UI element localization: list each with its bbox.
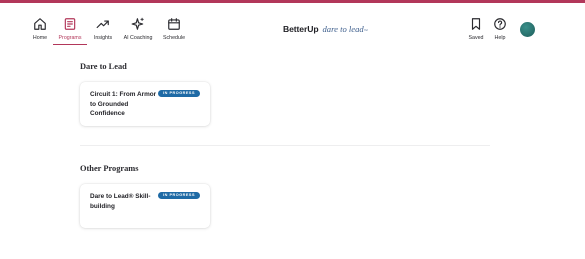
nav-label-schedule: Schedule xyxy=(162,35,186,41)
nav-item-home[interactable]: Home xyxy=(32,3,48,45)
section-heading-other-programs: Other Programs xyxy=(80,164,139,173)
status-badge: IN PROGRESS xyxy=(158,90,200,97)
nav-label-insights: Insights xyxy=(93,35,113,41)
nav-item-programs[interactable]: Programs xyxy=(53,3,87,45)
nav-item-help[interactable]: Help xyxy=(493,3,507,45)
nav-item-schedule[interactable]: Schedule xyxy=(163,3,185,45)
nav-label-programs: Programs xyxy=(58,35,82,41)
program-card-title: Dare to Lead® Skill-building xyxy=(90,193,151,210)
status-badge: IN PROGRESS xyxy=(158,192,200,199)
program-card-title: Circuit 1: From Armor to Grounded Confid… xyxy=(90,91,157,118)
nav-label-saved: Saved xyxy=(468,35,484,41)
nav-label-home: Home xyxy=(32,35,48,41)
logo-subtitle: dare to lead xyxy=(322,24,364,34)
nav-label-help: Help xyxy=(494,35,506,41)
nav-item-insights[interactable]: Insights xyxy=(93,3,113,45)
section-divider xyxy=(80,145,490,146)
nav-item-ai-coaching[interactable]: AI Coaching xyxy=(124,3,152,45)
nav-item-saved[interactable]: Saved xyxy=(468,3,484,45)
trending-up-icon xyxy=(96,20,109,29)
section-heading-dare-to-lead: Dare to Lead xyxy=(80,62,127,71)
logo[interactable]: BetterUp dare to lead ™ xyxy=(283,24,368,36)
nav-label-ai-coaching: AI Coaching xyxy=(123,35,153,41)
help-icon xyxy=(494,18,506,30)
logo-brand: BetterUp xyxy=(283,24,319,34)
calendar-icon xyxy=(168,18,180,30)
sparkle-icon xyxy=(131,17,144,30)
home-icon xyxy=(34,18,46,30)
user-avatar[interactable] xyxy=(520,22,535,37)
program-card[interactable]: Dare to Lead® Skill-building IN PROGRESS xyxy=(80,184,210,228)
bookmark-icon xyxy=(471,18,481,30)
program-card[interactable]: Circuit 1: From Armor to Grounded Confid… xyxy=(80,82,210,126)
programs-icon xyxy=(64,18,76,30)
logo-trademark: ™ xyxy=(363,28,368,33)
top-navigation: Home Programs Insights AI Coaching Sched… xyxy=(0,3,585,45)
